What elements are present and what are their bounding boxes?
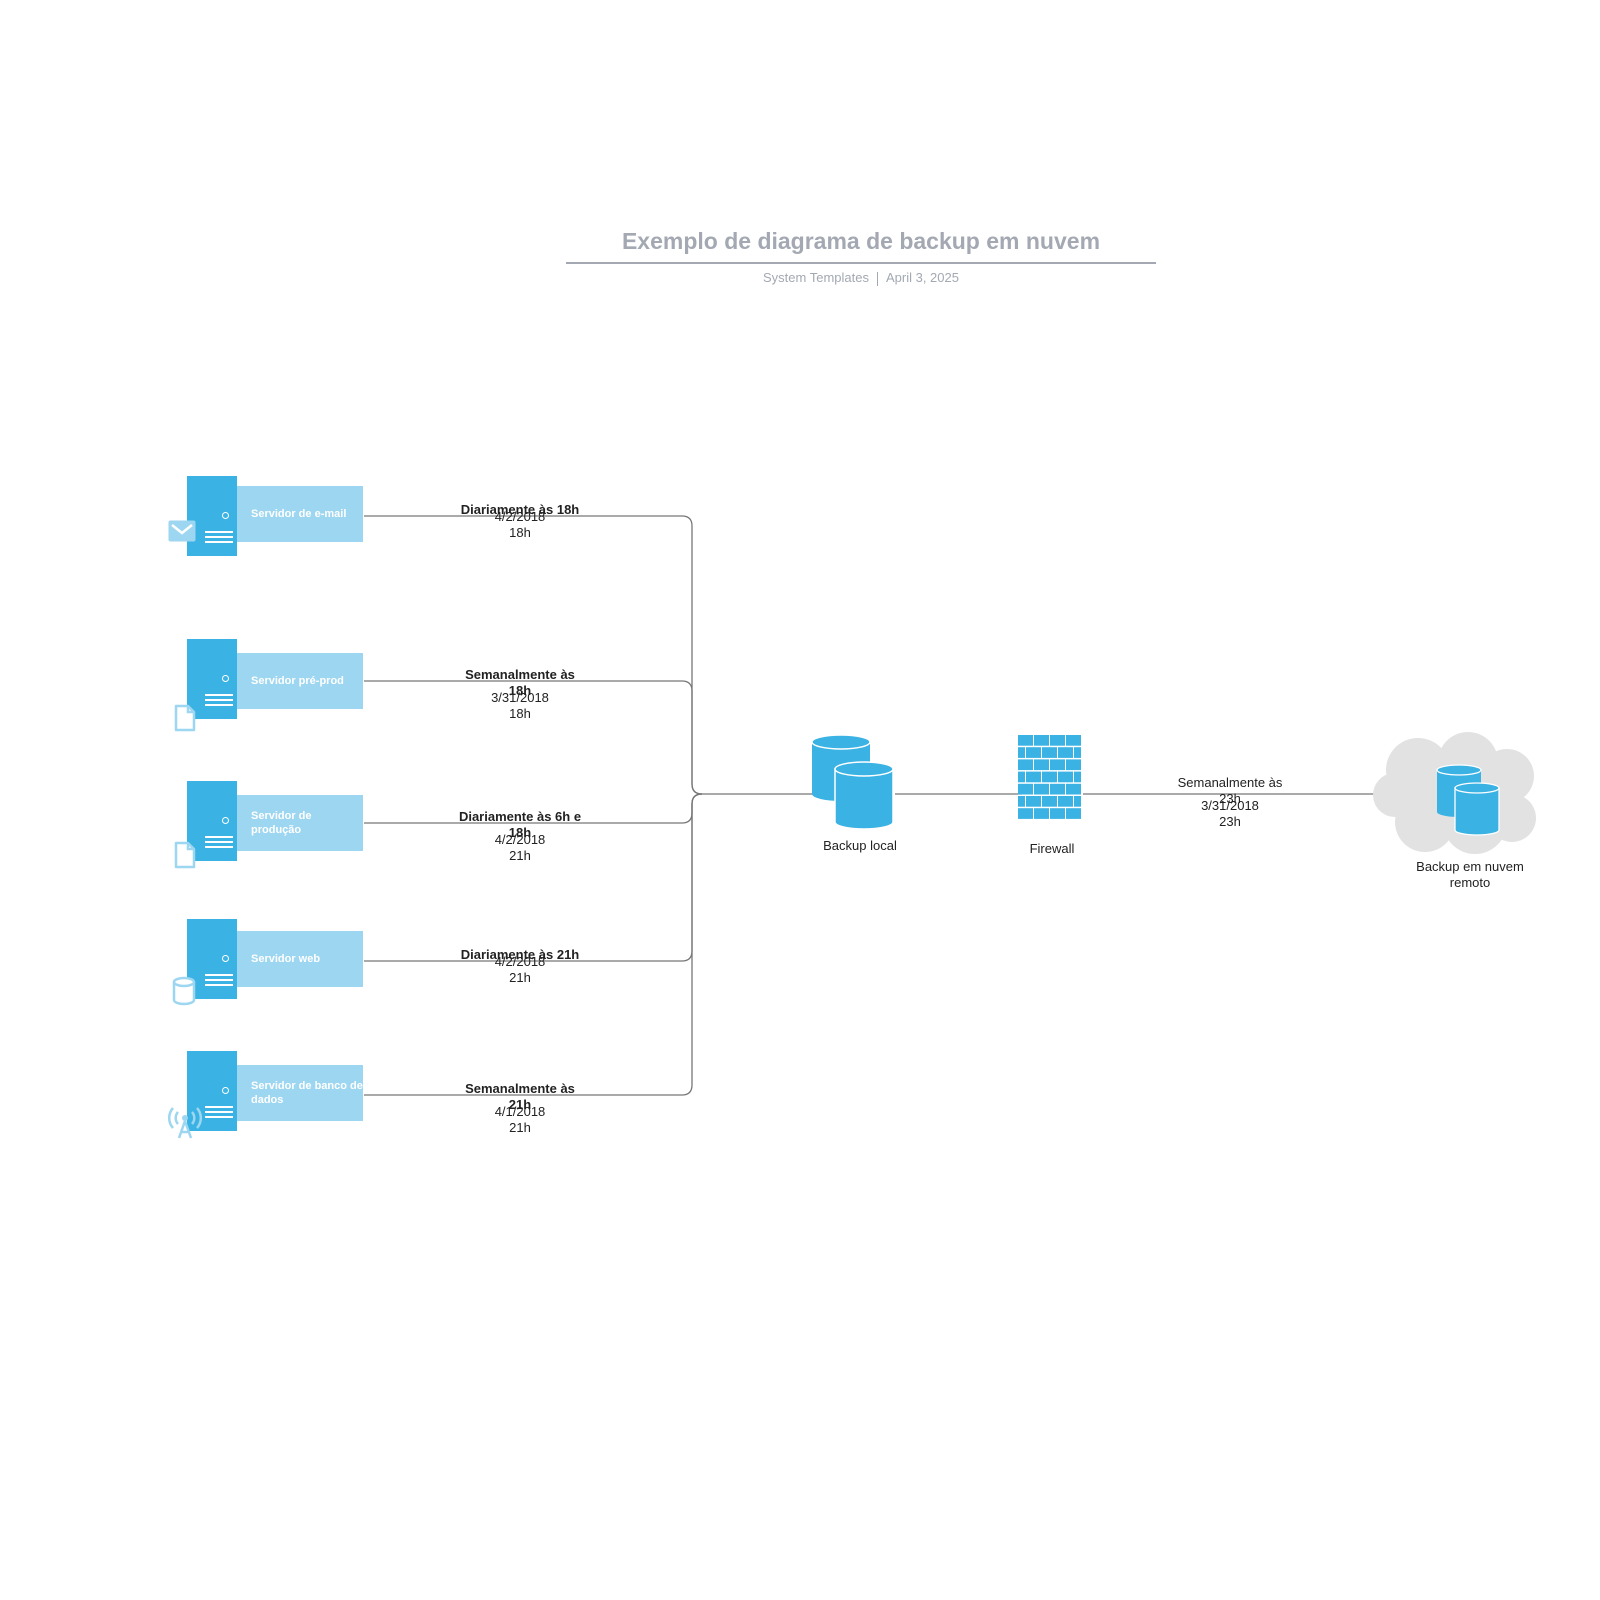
- schedule-time: 21h: [509, 1120, 531, 1135]
- schedule-label: Diariamente às 21h 4/2/2018 21h: [440, 947, 600, 986]
- power-led-icon: [222, 955, 229, 962]
- firewall-brick: [1018, 735, 1033, 746]
- firewall-brick: [1050, 808, 1065, 819]
- firewall-brick: [1066, 735, 1081, 746]
- drive-bays-icon: [205, 531, 233, 546]
- server-label: Servidor de banco de dados: [237, 1065, 363, 1121]
- firewall-brick: [1026, 771, 1041, 783]
- firewall-brick: [1026, 796, 1041, 807]
- antenna-icon: [167, 1106, 203, 1145]
- firewall-brick: [1018, 808, 1033, 819]
- firewall-brick: [1074, 771, 1081, 783]
- cloud-link-label: Semanalmente às 23h 3/31/2018 23h: [1150, 775, 1310, 830]
- schedule-time: 18h: [509, 706, 531, 721]
- schedule-date: 3/31/2018: [491, 690, 549, 705]
- power-led-icon: [222, 817, 229, 824]
- document-icon: [174, 841, 196, 874]
- firewall-brick: [1042, 747, 1057, 758]
- firewall-brick: [1034, 808, 1049, 819]
- connector-email: [364, 515, 703, 795]
- schedule-date: 4/1/2018: [494, 1104, 546, 1119]
- schedule-label: Semanalmente às 18h 3/31/2018 18h: [440, 667, 600, 722]
- schedule-time: 18h: [509, 525, 531, 540]
- drive-bays-icon: [205, 974, 233, 989]
- firewall-brick: [1034, 759, 1049, 771]
- drive-bays-icon: [205, 836, 233, 851]
- firewall-brick: [1018, 759, 1033, 771]
- firewall-brick: [1050, 783, 1065, 795]
- document-icon: [174, 704, 196, 737]
- cloud-link-date: 3/31/2018: [1201, 798, 1259, 813]
- firewall-brick: [1074, 796, 1081, 807]
- database-icon: [172, 976, 196, 1011]
- firewall-brick: [1058, 771, 1073, 783]
- schedule-date: 4/2/2018: [494, 832, 546, 847]
- server-label: Servidor pré-prod: [237, 653, 363, 709]
- firewall-brick: [1066, 759, 1081, 771]
- power-led-icon: [222, 512, 229, 519]
- local-backup-icon: [811, 734, 894, 830]
- cloud-link-time: 23h: [1219, 814, 1241, 829]
- server-label: Servidor de produção: [237, 795, 363, 851]
- firewall-brick: [1066, 783, 1081, 795]
- drive-bays-icon: [205, 1106, 233, 1121]
- schedule-time: 21h: [509, 970, 531, 985]
- local-backup-label: Backup local: [823, 838, 897, 853]
- schedule-label: Semanalmente às 21h 4/1/2018 21h: [440, 1081, 600, 1136]
- firewall-brick: [1018, 747, 1025, 758]
- firewall-brick: [1074, 747, 1081, 758]
- drive-bays-icon: [205, 694, 233, 709]
- firewall-brick: [1042, 796, 1057, 807]
- power-led-icon: [222, 1087, 229, 1094]
- firewall-brick: [1018, 796, 1025, 807]
- firewall-label: Firewall: [1029, 841, 1075, 856]
- server-label: Servidor web: [237, 931, 363, 987]
- schedule-label: Diariamente às 18h 4/2/2018 18h: [440, 502, 600, 541]
- firewall-brick: [1042, 771, 1057, 783]
- firewall-brick: [1066, 808, 1081, 819]
- firewall-icon: [1018, 735, 1081, 819]
- firewall-brick: [1034, 783, 1049, 795]
- power-led-icon: [222, 675, 229, 682]
- firewall-brick: [1058, 796, 1073, 807]
- firewall-brick: [1050, 759, 1065, 771]
- firewall-brick: [1018, 783, 1033, 795]
- schedule-time: 21h: [509, 848, 531, 863]
- firewall-brick: [1018, 771, 1025, 783]
- schedule-label: Diariamente às 6h e 18h 4/2/2018 21h: [440, 809, 600, 864]
- envelope-icon: [167, 519, 197, 548]
- firewall-brick: [1058, 747, 1073, 758]
- firewall-brick: [1034, 735, 1049, 746]
- server-label: Servidor de e-mail: [237, 486, 363, 542]
- firewall-brick: [1026, 747, 1041, 758]
- cloud-backup-label: Backup em nuvem remoto: [1416, 859, 1524, 890]
- firewall-brick: [1050, 735, 1065, 746]
